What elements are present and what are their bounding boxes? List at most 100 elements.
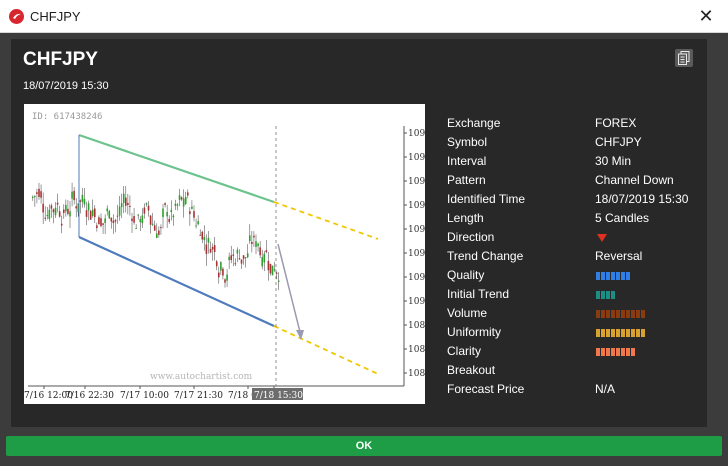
- candle-body: [273, 269, 276, 271]
- forecast-arrow: [277, 243, 301, 333]
- candle-body: [85, 210, 88, 217]
- info-label: Exchange: [447, 116, 501, 130]
- rating-bar: [596, 348, 600, 356]
- candle-body: [168, 219, 170, 222]
- candle-body: [108, 210, 111, 219]
- symbol-title: CHFJPY: [23, 49, 98, 70]
- candle-body: [240, 259, 243, 264]
- info-label: Forecast Price: [447, 382, 525, 396]
- rating-bar: [631, 329, 635, 337]
- candle-body: [145, 203, 148, 205]
- info-label: Uniformity: [447, 325, 502, 339]
- rating-bar: [626, 329, 630, 337]
- candle-body: [91, 209, 94, 216]
- candle-body: [199, 234, 201, 236]
- info-value: FOREX: [595, 116, 637, 130]
- candle-body: [42, 203, 44, 213]
- candle-body: [203, 236, 206, 241]
- info-label: Interval: [447, 154, 487, 168]
- info-value: Channel Down: [595, 173, 674, 187]
- rating-bar: [601, 310, 605, 318]
- candle-body: [265, 250, 268, 253]
- channel-lower-line: [78, 235, 275, 328]
- rating-bar: [621, 329, 625, 337]
- info-label: Identified Time: [447, 192, 526, 206]
- candle-body: [232, 254, 235, 256]
- rating-bar: [631, 348, 635, 356]
- info-label: Quality: [447, 268, 485, 282]
- rating-bar: [611, 272, 615, 280]
- rating-bar: [601, 329, 605, 337]
- pattern-timestamp: 18/07/2019 15:30: [23, 80, 109, 92]
- rating-bar: [616, 329, 620, 337]
- candle-body: [75, 206, 77, 209]
- candle-body: [110, 217, 113, 222]
- candle-body: [139, 219, 142, 223]
- candle-body: [141, 215, 144, 224]
- candle-body: [56, 202, 59, 205]
- rating-bar: [611, 310, 615, 318]
- candle-body: [257, 243, 259, 247]
- rating-bar: [596, 291, 600, 299]
- candle-body: [218, 272, 220, 278]
- candle-body: [170, 209, 173, 213]
- app-logo-icon: [9, 9, 24, 24]
- candle-body: [81, 194, 84, 203]
- candle-body: [118, 206, 121, 216]
- candle-body: [261, 257, 263, 267]
- candle-body: [102, 223, 104, 225]
- candle-body: [137, 214, 139, 216]
- y-tick-label: 108.93: [408, 321, 425, 331]
- info-row-forecast-price: Forecast Price N/A: [447, 380, 717, 399]
- y-tick-label: 109.53: [408, 177, 425, 187]
- candle-body: [269, 263, 272, 274]
- candle-body: [242, 255, 245, 259]
- y-tick-label: 108.73: [408, 369, 425, 379]
- channel-upper-line: [78, 133, 275, 204]
- y-tick-label: 108.83: [408, 345, 425, 355]
- copy-icon[interactable]: [675, 49, 693, 67]
- info-row-volume: Volume: [447, 304, 717, 323]
- clarity-rating-bars: [596, 348, 635, 356]
- candle-body: [228, 256, 230, 261]
- rating-bar: [601, 291, 605, 299]
- price-chart: ID: 617438246 109.73 109.63 109.53 109.43 109…: [24, 104, 425, 404]
- candle-body: [87, 203, 90, 211]
- candle-body: [120, 203, 123, 208]
- candle-body: [60, 223, 63, 226]
- candle-body: [178, 195, 181, 200]
- rating-bar: [596, 329, 600, 337]
- rating-bar: [606, 291, 610, 299]
- candle-body: [236, 249, 239, 254]
- candle-body: [133, 216, 135, 223]
- candle-body: [162, 208, 164, 218]
- candle-body: [238, 258, 241, 260]
- rating-bar: [601, 272, 605, 280]
- close-icon[interactable]: ✕: [692, 4, 720, 28]
- candle-body: [184, 197, 187, 205]
- candle-body: [201, 231, 204, 240]
- info-label: Clarity: [447, 344, 482, 358]
- chart-watermark: www.autochartist.com: [150, 372, 253, 382]
- candle-body: [271, 265, 274, 276]
- candle-body: [263, 253, 266, 263]
- y-tick-label: 109.43: [408, 201, 425, 211]
- candle-body: [220, 262, 222, 271]
- info-row-direction: Direction: [447, 228, 717, 247]
- rating-bar: [641, 310, 645, 318]
- candle-body: [151, 223, 154, 225]
- x-tick-label: 7/17 21:30: [174, 391, 223, 401]
- y-tick-label: 109.73: [408, 129, 425, 139]
- rating-bar: [606, 348, 610, 356]
- candle-body: [71, 191, 73, 199]
- candle-body: [106, 208, 108, 212]
- info-value: N/A: [595, 382, 616, 396]
- candle-body: [83, 198, 86, 205]
- candle-body: [131, 218, 133, 222]
- info-label: Initial Trend: [447, 287, 510, 301]
- rating-bar: [601, 348, 605, 356]
- ok-button[interactable]: OK: [6, 436, 722, 456]
- volume-rating-bars: [596, 310, 645, 318]
- candle-body: [160, 227, 162, 229]
- candle-body: [191, 206, 193, 209]
